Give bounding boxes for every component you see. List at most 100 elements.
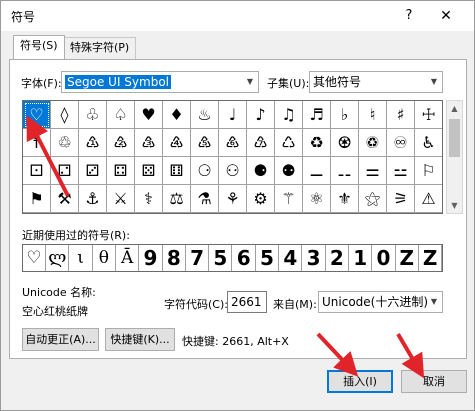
symbol-cell[interactable]: ♩ (219, 101, 247, 129)
symbol-cell[interactable]: ⚆ (191, 157, 219, 185)
symbol-cell[interactable]: ♦ (163, 101, 191, 129)
symbol-cell[interactable]: ⚝ (359, 185, 387, 213)
recent-symbol-cell[interactable]: ლ (46, 245, 70, 271)
autocorrect-button[interactable]: 自动更正(A)... (22, 328, 99, 351)
recent-symbol-cell[interactable]: 7 (186, 245, 210, 271)
symbol-cell[interactable]: ⚘ (219, 185, 247, 213)
symbol-cell[interactable]: ♺ (275, 129, 303, 157)
scroll-up-icon[interactable]: ▲ (447, 101, 462, 116)
cancel-button[interactable]: 取消 (401, 370, 467, 393)
symbol-cell[interactable]: ♯ (387, 101, 415, 129)
symbol-cell[interactable]: ♻ (303, 129, 331, 157)
symbol-cell[interactable]: ◊ (51, 101, 79, 129)
symbol-cell[interactable]: ⚇ (219, 157, 247, 185)
symbol-cell[interactable]: ⚃ (107, 157, 135, 185)
insert-button[interactable]: 插入(I) (327, 370, 393, 393)
symbol-cell[interactable]: ⚕ (135, 185, 163, 213)
symbol-cell[interactable]: ⚊ (303, 157, 331, 185)
recent-symbol-cell[interactable]: 2 (326, 245, 349, 271)
recent-symbol-cell[interactable]: 6 (233, 245, 256, 271)
scroll-down-icon[interactable]: ▼ (447, 198, 462, 213)
symbol-cell[interactable]: ⚍ (387, 157, 415, 185)
symbol-cell[interactable]: ☨ (23, 129, 51, 157)
recent-symbol-cell[interactable]: 3 (303, 245, 326, 271)
scrollbar-thumb[interactable] (449, 119, 460, 157)
subset-select[interactable]: 其他符号 ▼ (309, 71, 443, 93)
symbol-cell[interactable]: ⚅ (163, 157, 191, 185)
recent-symbol-cell[interactable]: θ (93, 245, 116, 271)
symbol-cell[interactable]: ♫ (275, 101, 303, 129)
symbol-cell[interactable]: ☩ (415, 101, 442, 129)
symbol-cell[interactable]: ♮ (359, 101, 387, 129)
symbol-cell[interactable]: ⚛ (303, 185, 331, 213)
title-bar: 符号 ? ✕ (1, 1, 474, 31)
symbol-cell[interactable]: ⚐ (415, 157, 442, 185)
recent-symbol-cell[interactable]: 0 (373, 245, 396, 271)
symbol-cell[interactable]: ♶ (163, 129, 191, 157)
symbol-cell[interactable]: ⚖ (163, 185, 191, 213)
tab-special-characters[interactable]: 特殊字符(P) (63, 37, 137, 59)
symbol-cell[interactable]: ♿ (415, 129, 442, 157)
symbol-cell[interactable]: ♼ (331, 129, 359, 157)
symbol-cell[interactable]: ⚠ (415, 185, 442, 213)
symbol-cell[interactable]: ♧ (79, 101, 107, 129)
symbol-cell[interactable]: ⚂ (79, 157, 107, 185)
symbol-cell[interactable]: ♲ (51, 129, 79, 157)
symbol-grid-scrollbar[interactable]: ▲ ▼ (446, 100, 463, 214)
symbol-cell[interactable]: ⚓ (79, 185, 107, 213)
recent-symbol-cell[interactable]: 8 (163, 245, 186, 271)
close-button[interactable]: ✕ (431, 5, 461, 27)
symbol-cell[interactable]: ♥ (135, 101, 163, 129)
char-code-input[interactable]: 2661 (227, 291, 267, 313)
symbol-cell[interactable]: ⚄ (135, 157, 163, 185)
symbol-cell[interactable]: ⚔ (107, 185, 135, 213)
symbol-cell[interactable]: ♬ (303, 101, 331, 129)
symbol-cell[interactable]: ⚋ (331, 157, 359, 185)
symbol-cell[interactable]: ♡ (23, 101, 51, 129)
recent-symbol-cell[interactable]: Z (396, 245, 419, 271)
symbol-cell[interactable]: ♤ (107, 101, 135, 129)
symbol-cell[interactable]: ⚞ (387, 185, 415, 213)
recent-symbol-cell[interactable]: 5 (256, 245, 279, 271)
symbol-cell[interactable]: ♴ (107, 129, 135, 157)
symbol-cell[interactable]: ⚁ (51, 157, 79, 185)
symbol-cell[interactable]: ⚙ (247, 185, 275, 213)
recent-symbol-cell[interactable]: ♡ (23, 245, 46, 271)
chevron-down-icon: ▼ (430, 77, 438, 86)
symbol-cell[interactable]: ♭ (331, 101, 359, 129)
recent-symbol-cell[interactable]: Ā (116, 245, 140, 271)
symbol-cell[interactable]: ⚜ (331, 185, 359, 213)
shortcut-key-button[interactable]: 快捷键(K)... (105, 328, 175, 351)
tab-symbols[interactable]: 符号(S) (13, 35, 65, 59)
symbol-cell[interactable]: ♹ (247, 129, 275, 157)
symbol-cell[interactable]: ♪ (247, 101, 275, 129)
symbol-cell[interactable]: ♷ (191, 129, 219, 157)
help-button[interactable]: ? (397, 5, 421, 27)
recent-symbol-cell[interactable]: 4 (279, 245, 303, 271)
recent-symbol-cell[interactable]: Z (419, 245, 443, 271)
symbol-cell[interactable]: ⚚ (275, 185, 303, 213)
symbol-cell[interactable]: ⚗ (191, 185, 219, 213)
recent-symbol-cell[interactable]: 9 (140, 245, 163, 271)
symbol-cell[interactable]: ♽ (359, 129, 387, 157)
recent-symbol-cell[interactable]: ι (70, 245, 93, 271)
recent-symbol-cell[interactable]: 5 (209, 245, 233, 271)
shortcut-text: 快捷键: 2661, Alt+X (182, 335, 289, 348)
unicode-name-label: Unicode 名称: (22, 286, 96, 299)
symbol-cell[interactable]: ⚈ (247, 157, 275, 185)
symbol-cell[interactable]: ♨ (191, 101, 219, 129)
symbol-cell[interactable]: ♾ (387, 129, 415, 157)
symbol-cell[interactable]: ⚑ (23, 185, 51, 213)
symbol-cell[interactable]: ⚉ (275, 157, 303, 185)
char-code-label: 字符代码(C): (164, 298, 228, 311)
symbol-cell[interactable]: ♵ (135, 129, 163, 157)
symbol-cell[interactable]: ♳ (79, 129, 107, 157)
symbol-cell[interactable]: ⚀ (23, 157, 51, 185)
symbol-cell[interactable]: ⚌ (359, 157, 387, 185)
font-select[interactable]: Segoe UI Symbol ▼ (61, 71, 259, 93)
from-select[interactable]: Unicode(十六进制) ▼ (318, 291, 443, 313)
dialog-title: 符号 (11, 10, 36, 24)
symbol-cell[interactable]: ♸ (219, 129, 247, 157)
recent-symbol-cell[interactable]: 1 (349, 245, 373, 271)
symbol-cell[interactable]: ⚒ (51, 185, 79, 213)
